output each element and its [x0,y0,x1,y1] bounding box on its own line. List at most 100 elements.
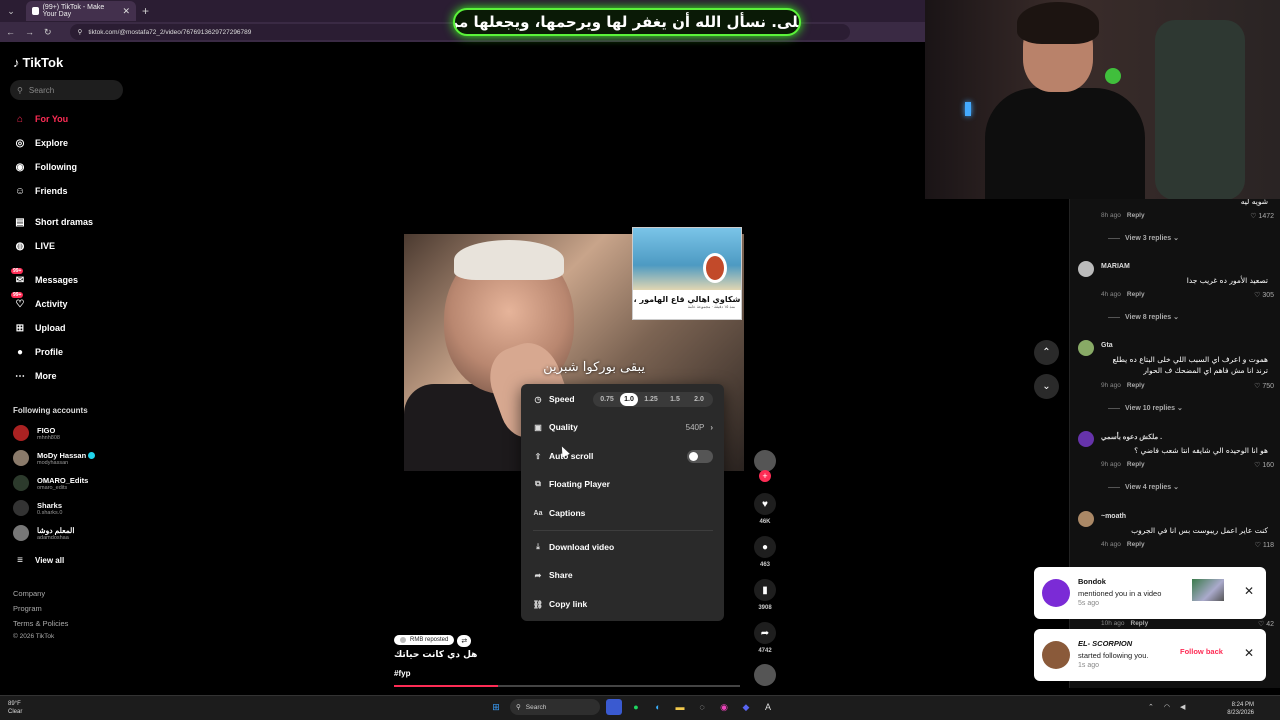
avatar[interactable] [1078,261,1094,277]
file-explorer-icon[interactable]: ▬ [672,699,688,715]
reply-button[interactable]: Reply [1131,620,1149,627]
vscode-icon[interactable] [606,699,622,715]
nav-following[interactable]: ◉ Following [13,160,77,174]
floating-player-item[interactable]: ⧉ Floating Player [533,475,713,493]
follow-notification[interactable]: EL- SCORPION started following you. 1s a… [1034,629,1266,681]
comment-user[interactable]: Gta [1101,342,1113,349]
new-tab-icon[interactable]: + [142,4,149,18]
avatar[interactable] [1078,511,1094,527]
nav-explore[interactable]: ◎ Explore [13,136,68,150]
forward-icon[interactable]: → [25,27,34,37]
nav-live[interactable]: ◍ LIVE [13,239,55,253]
creator-avatar[interactable] [752,450,778,472]
site-info-icon[interactable]: ⚲ [78,28,83,36]
hashtag-link[interactable]: #fyp [394,669,410,678]
nav-profile[interactable]: ● Profile [13,345,63,359]
follow-plus-icon[interactable]: + [759,470,771,482]
reload-icon[interactable]: ↻ [44,27,52,38]
reply-button[interactable]: Reply [1127,382,1145,389]
account-item[interactable]: FIGO mhnh808 [13,425,60,441]
view-replies-button[interactable]: View 4 replies ⌄ [1108,483,1179,491]
video-thumbnail[interactable] [1192,579,1224,601]
account-item[interactable]: Sharks 0.sharks.0 [13,500,62,516]
wifi-icon[interactable]: ◠ [1164,703,1170,711]
save-button[interactable]: ▮ 3908 [752,579,778,611]
close-icon[interactable]: ✕ [1244,584,1254,598]
reply-button[interactable]: Reply [1127,212,1145,219]
nav-for-you[interactable]: ⌂ For You [13,112,68,126]
account-item[interactable]: MoDy Hassan modyhassan [13,450,96,466]
footer-company[interactable]: Company [13,589,45,598]
comment-user[interactable]: ملكش دعوه بأسمي . [1101,433,1162,441]
volume-icon[interactable]: ◀ [1180,703,1185,711]
music-disc[interactable] [752,664,778,686]
edge-icon[interactable]: ◐ [650,699,666,715]
avatar[interactable] [1078,340,1094,356]
reply-button[interactable]: Reply [1127,541,1145,548]
back-icon[interactable]: ← [6,27,15,37]
reply-button[interactable]: Reply [1127,291,1145,298]
weather-widget[interactable]: 89°F Clear [8,700,22,716]
account-item[interactable]: OMARO_Edits omaro_edits [13,475,88,491]
view-all-link[interactable]: ≡ View all [13,553,64,567]
speed-option[interactable]: 2.0 [688,393,710,406]
view-replies-button[interactable]: View 10 replies ⌄ [1108,404,1183,412]
footer-terms[interactable]: Terms & Policies [13,619,68,628]
captions-item[interactable]: Aa Captions [533,504,713,522]
share-button[interactable]: ➦ 4742 [752,622,778,654]
comment-likes[interactable]: ♡ 1472 [1250,212,1274,220]
search-input[interactable]: ⚲ Search [10,80,123,100]
nav-friends[interactable]: ☺ Friends [13,184,68,198]
steam-icon[interactable]: ◌ [694,699,710,715]
next-video-button[interactable]: ⌄ [1034,374,1059,399]
app-icon[interactable]: A [760,699,776,715]
repost-icon[interactable]: ⇄ [457,635,472,647]
like-button[interactable]: ♥ 46K [752,493,778,525]
spotify-icon[interactable]: ● [628,699,644,715]
discord-icon[interactable]: ◆ [738,699,754,715]
windows-start-icon[interactable]: ⊞ [488,699,504,715]
speed-option[interactable]: 0.75 [596,393,618,406]
tab-close-icon[interactable]: ✕ [122,6,130,17]
auto-scroll-toggle[interactable] [687,449,713,463]
comment-likes[interactable]: ♡ 305 [1254,291,1274,299]
comment-likes[interactable]: ♡ 42 [1258,620,1274,628]
comment-likes[interactable]: ♡ 160 [1254,461,1274,469]
comment-button[interactable]: ● 463 [752,536,778,568]
comment-likes[interactable]: ♡ 118 [1255,541,1274,549]
reply-button[interactable]: Reply [1127,461,1145,468]
nav-short-dramas[interactable]: ▤ Short dramas [13,215,93,229]
nav-messages[interactable]: ✉ 99+ Messages [11,268,78,287]
download-item[interactable]: ⤓ Download video [533,538,713,556]
share-item[interactable]: ➦ Share [533,566,713,584]
repost-badge[interactable]: RMB reposted [394,635,455,645]
system-clock[interactable]: 8:24 PM 8/23/2026 [1227,701,1254,717]
tab-menu-icon[interactable]: ⌄ [0,0,22,22]
tiktok-logo[interactable]: ♪ TikTok [13,55,63,70]
speed-option[interactable]: 1.5 [664,393,686,406]
follow-back-button[interactable]: Follow back [1180,647,1223,656]
previous-video-button[interactable]: ⌃ [1034,340,1059,365]
view-replies-button[interactable]: View 3 replies ⌄ [1108,234,1179,242]
mention-notification[interactable]: Bondok mentioned you in a video 5s ago ✕ [1034,567,1266,619]
video-progress-bar[interactable] [394,685,740,687]
account-item[interactable]: المعلم دوشا adamdoshaa [13,525,74,541]
view-replies-button[interactable]: View 8 replies ⌄ [1108,313,1179,321]
tray-chevron-icon[interactable]: ⌃ [1148,703,1154,711]
close-icon[interactable]: ✕ [1244,646,1254,660]
nav-activity[interactable]: ♡ 99+ Activity [11,292,68,311]
taskbar-search[interactable]: ⚲ Search [510,699,600,715]
speed-option-selected[interactable]: 1.0 [620,392,638,406]
copy-link-item[interactable]: ⛓ Copy link [533,595,713,613]
avatar[interactable] [1078,431,1094,447]
comment-user[interactable]: MARIAM [1101,263,1130,270]
chrome-icon[interactable]: ◉ [716,699,732,715]
quality-item[interactable]: ▣ Quality 540P › [533,418,713,436]
comment-likes[interactable]: ♡ 750 [1254,382,1274,390]
footer-program[interactable]: Program [13,604,42,613]
comment-user[interactable]: ~moath [1101,513,1126,520]
browser-tab[interactable]: (99+) TikTok - Make Your Day ✕ [26,1,136,21]
nav-upload[interactable]: ⊞ Upload [13,321,66,335]
speed-option[interactable]: 1.25 [640,393,662,406]
nav-more[interactable]: ⋯ More [13,369,57,383]
